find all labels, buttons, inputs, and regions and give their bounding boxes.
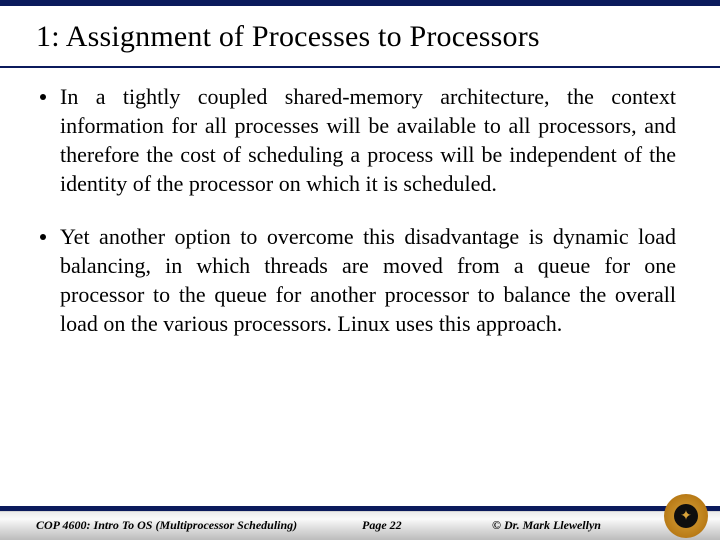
slide-title: 1: Assignment of Processes to Processors [36, 20, 700, 54]
bullet-dot-icon [40, 94, 46, 100]
footer-author: © Dr. Mark Llewellyn [492, 518, 601, 533]
slide-content: In a tightly coupled shared-memory archi… [0, 82, 720, 338]
logo-outer-circle: ✦ [664, 494, 708, 538]
bullet-item: In a tightly coupled shared-memory archi… [40, 82, 676, 198]
pegasus-icon: ✦ [680, 507, 692, 524]
footer-course: COP 4600: Intro To OS (Multiprocessor Sc… [36, 518, 297, 533]
title-wrap: 1: Assignment of Processes to Processors [0, 6, 720, 60]
bullet-text: In a tightly coupled shared-memory archi… [60, 82, 676, 198]
logo-inner-circle: ✦ [674, 504, 698, 528]
footer-page: Page 22 [362, 518, 402, 533]
slide-footer: COP 4600: Intro To OS (Multiprocessor Sc… [0, 506, 720, 540]
bullet-text: Yet another option to overcome this disa… [60, 222, 676, 338]
title-rule [0, 66, 720, 68]
ucf-logo: ✦ [664, 494, 708, 538]
slide: 1: Assignment of Processes to Processors… [0, 0, 720, 540]
bullet-dot-icon [40, 234, 46, 240]
bullet-item: Yet another option to overcome this disa… [40, 222, 676, 338]
